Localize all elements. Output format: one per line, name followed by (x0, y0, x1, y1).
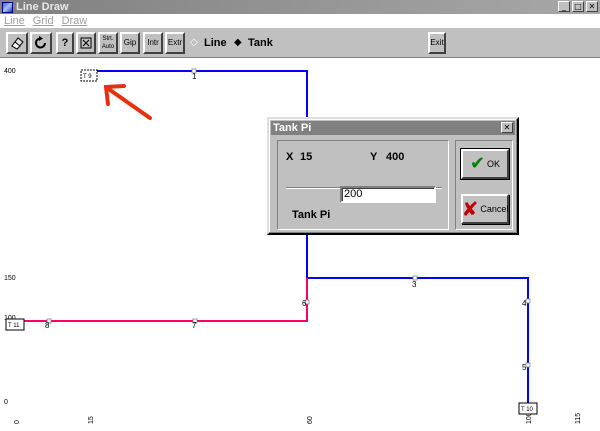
tank-pi-input[interactable]: 200 (340, 186, 436, 203)
y-coord-value: 400 (386, 151, 405, 163)
close-button[interactable]: ✕ (586, 1, 598, 12)
x-label-0: 0 (14, 420, 21, 424)
question-icon: ? (61, 37, 69, 49)
cancel-label: Cancel (480, 204, 509, 214)
x-label-60: 60 (307, 416, 314, 424)
maximize-button[interactable]: □ (572, 1, 584, 12)
extr-button[interactable]: Extr (165, 32, 185, 54)
node-marker[interactable] (525, 298, 531, 304)
tank-11-label: T 11 (8, 323, 20, 329)
menu-line[interactable]: Line (4, 15, 25, 27)
tank-pi-dialog: Tank Pi ✕ X 15 Y 400 Tank Pi 200 ✔ OK ✘ … (267, 117, 519, 235)
undo-icon (35, 36, 46, 49)
node-marker[interactable] (525, 362, 531, 368)
annotation-arrow (103, 84, 152, 120)
start-auto-button[interactable]: Strt. Auto (98, 32, 118, 54)
y-label-150: 150 (4, 275, 16, 282)
check-icon: ✔ (469, 153, 486, 174)
node-label-6: 6 (302, 299, 307, 308)
x-coord-value: 15 (300, 151, 313, 163)
menu-draw[interactable]: Draw (62, 15, 88, 27)
radio-unchecked-icon: ◇ (190, 37, 198, 48)
x-coord-label: X (286, 151, 294, 163)
menu-grid[interactable]: Grid (33, 15, 54, 27)
help-button[interactable]: ? (56, 32, 74, 54)
node-label-4: 4 (522, 299, 527, 308)
radio-tank-label: Tank (248, 37, 273, 49)
eraser-button[interactable] (6, 32, 28, 54)
y-label-0: 0 (4, 399, 8, 406)
x-label-115: 115 (575, 413, 582, 424)
radio-checked-icon: ◆ (234, 37, 242, 48)
node-label-1: 1 (192, 72, 197, 81)
x-label-15: 15 (88, 416, 95, 424)
ok-label: OK (487, 159, 501, 169)
node-label-5: 5 (522, 363, 527, 372)
ok-button[interactable]: ✔ OK (461, 149, 509, 179)
dialog-title-bar: Tank Pi ✕ (271, 121, 515, 135)
eraser-icon (11, 37, 24, 50)
dialog-close-button[interactable]: ✕ (501, 122, 513, 133)
node-label-7: 7 (192, 321, 197, 330)
radio-line-label: Line (204, 37, 227, 49)
window-controls: _ □ ✕ (558, 1, 598, 12)
window-title: Line Draw (16, 1, 69, 13)
minimize-button[interactable]: _ (558, 1, 570, 12)
title-bar: Line Draw _ □ ✕ (0, 0, 600, 14)
radio-line[interactable]: ◇ Line (190, 37, 227, 49)
menu-bar: Line Grid Draw (0, 14, 600, 28)
exit-button[interactable]: Exit (428, 32, 446, 54)
x-icon: ✘ (461, 197, 479, 221)
toolbar: ? Strt. Auto Gip Intr Extr ◇ Line ◆ Tank… (0, 28, 600, 58)
tank-pi-label: Tank Pi (292, 209, 331, 221)
cancel-button[interactable]: ✘ Cancel (461, 194, 509, 224)
y-label-400: 400 (4, 68, 16, 75)
tank-10-label: T 10 (521, 407, 534, 413)
y-coord-label: Y (370, 151, 378, 163)
drawing-canvas[interactable]: 400 150 100 0 0 15 60 100 115 1 3 4 5 6 … (0, 59, 600, 431)
dialog-content-panel: X 15 Y 400 Tank Pi 200 (277, 140, 449, 230)
radio-tank[interactable]: ◆ Tank (234, 37, 273, 49)
pipe-line-pink[interactable] (8, 278, 308, 322)
node-label-8: 8 (45, 321, 50, 330)
intr-button[interactable]: Intr (143, 32, 163, 54)
tank-9-label: T 9 (83, 74, 92, 80)
gip-button[interactable]: Gip (120, 32, 140, 54)
wrench-icon (80, 37, 92, 49)
dialog-button-panel: ✔ OK ✘ Cancel (455, 140, 513, 230)
node-label-3: 3 (412, 280, 417, 289)
undo-button[interactable] (30, 32, 52, 54)
app-icon (2, 1, 13, 13)
tool-button[interactable] (76, 32, 96, 54)
dialog-title: Tank Pi (273, 122, 312, 134)
